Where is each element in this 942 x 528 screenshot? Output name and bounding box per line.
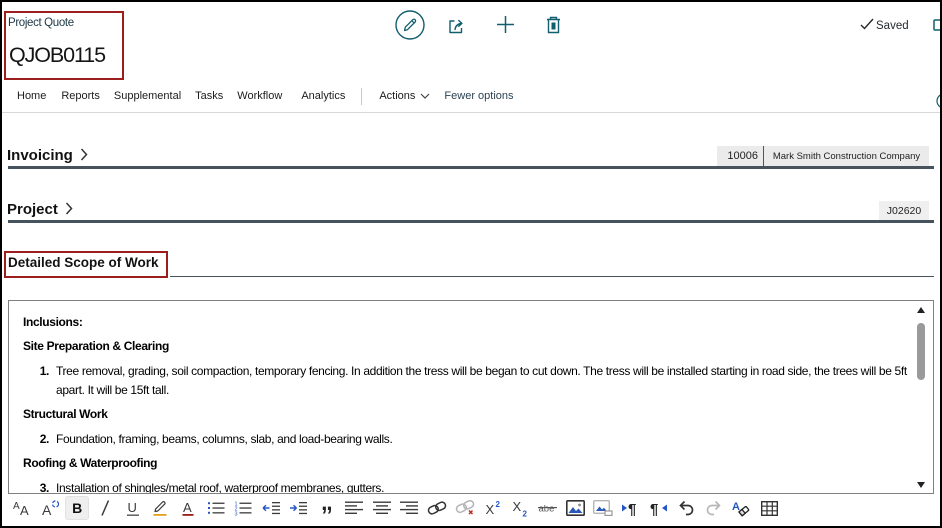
svg-text:A: A (20, 503, 29, 517)
svg-text:X: X (485, 502, 494, 516)
svg-text:A: A (42, 502, 52, 517)
svg-text:3: 3 (235, 511, 238, 516)
svg-text:2: 2 (523, 509, 528, 517)
svg-text:A: A (183, 500, 192, 515)
svg-text:¶: ¶ (650, 501, 658, 516)
svg-text:A: A (13, 501, 20, 512)
svg-text:¶: ¶ (628, 501, 636, 516)
svg-text:X: X (513, 500, 522, 514)
svg-text:U: U (127, 500, 136, 515)
svg-text:abe: abe (538, 504, 554, 515)
svg-text:A: A (732, 501, 740, 513)
svg-text:2: 2 (495, 500, 500, 509)
